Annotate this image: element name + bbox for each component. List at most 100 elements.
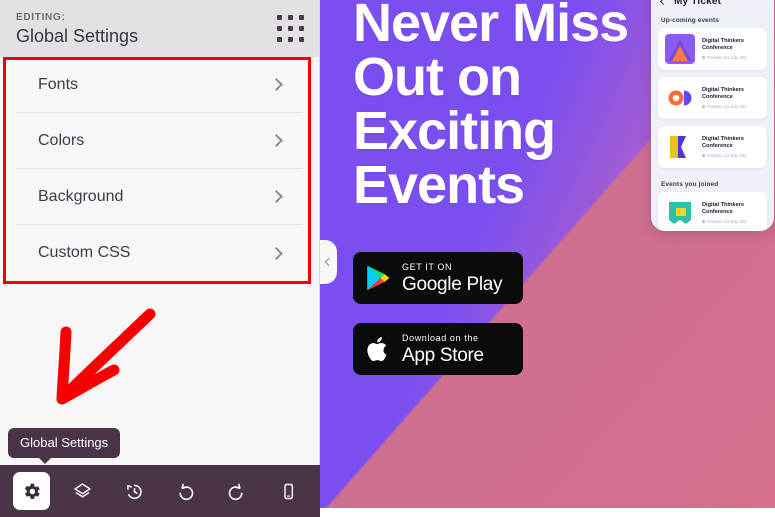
- google-play-badge-text: GET IT ON Google Play: [402, 261, 503, 295]
- page-root: EDITING: Global Settings Fonts Colors Ba…: [0, 0, 775, 517]
- event-meta-text: Toronto, 14 July 202: [707, 103, 747, 109]
- bottom-toolbar: [0, 465, 320, 517]
- event-meta-text: Toronto, 14 July 202: [707, 218, 747, 224]
- list-item[interactable]: Digital Thinkers Conference Toronto, 14 …: [658, 77, 767, 119]
- event-thumbnail-flag-icon: [665, 132, 695, 162]
- toolbar-layers-button[interactable]: [64, 472, 101, 510]
- app-store-badge[interactable]: Download on the App Store: [353, 323, 523, 375]
- tooltip-global-settings: Global Settings: [8, 428, 121, 464]
- sidebar-item-background[interactable]: Background: [16, 169, 303, 225]
- toolbar-global-settings-button[interactable]: [13, 472, 51, 510]
- redo-arrow-icon: [229, 483, 244, 500]
- sidebar-header-text: EDITING: Global Settings: [16, 11, 138, 47]
- page-title: Global Settings: [16, 25, 139, 46]
- hero-heading: Never Miss Out on Exciting Events: [353, 0, 629, 215]
- chevron-left-icon: [324, 257, 333, 267]
- grid-dot: [288, 25, 293, 31]
- hero-line: Out on: [353, 47, 522, 107]
- preview-bottom-strip: [320, 508, 775, 517]
- phone-header: My Ticket: [651, 0, 774, 11]
- chevron-right-icon: [270, 78, 283, 91]
- sidebar-header: EDITING: Global Settings: [0, 0, 319, 57]
- sidebar-item-custom-css[interactable]: Custom CSS: [16, 225, 303, 281]
- grid-dot: [299, 36, 304, 42]
- event-name: Digital Thinkers Conference: [702, 37, 744, 51]
- sidebar-collapse-handle[interactable]: [320, 240, 337, 284]
- event-card-text: Digital Thinkers Conference Toronto, 14 …: [701, 201, 760, 225]
- layers-icon: [74, 482, 92, 497]
- grid-dot: [288, 36, 293, 42]
- event-meta: Toronto, 14 July 202: [701, 54, 760, 61]
- event-thumbnail-flag-teal-icon: [665, 198, 695, 228]
- list-item[interactable]: Digital Thinkers Conference Toronto, 14 …: [658, 192, 767, 231]
- location-pin-icon: [701, 153, 706, 158]
- event-meta: Toronto, 14 July 202: [701, 103, 760, 110]
- phone-mockup: My Ticket Up-coming events Digital Think…: [651, 0, 774, 231]
- event-meta: Toronto, 14 July 202: [701, 218, 760, 225]
- gear-icon: [25, 483, 40, 499]
- google-play-icon: [367, 265, 390, 291]
- phone-section-heading: Events you joined: [661, 181, 719, 188]
- sidebar-item-label: Fonts: [38, 75, 79, 93]
- grid-dot: [277, 36, 282, 42]
- red-arrow-icon: [56, 308, 156, 405]
- sidebar-item-fonts[interactable]: Fonts: [16, 57, 303, 113]
- event-name: Digital Thinkers Conference: [702, 201, 744, 215]
- grid-dot: [277, 14, 282, 20]
- event-meta: Toronto, 14 July 202: [701, 152, 760, 159]
- list-item[interactable]: Digital Thinkers Conference Toronto, 14 …: [658, 28, 767, 70]
- toolbar-redo-button[interactable]: [218, 472, 255, 510]
- google-play-badge[interactable]: GET IT ON Google Play: [353, 252, 523, 304]
- grid-dot: [299, 25, 304, 31]
- store-badges: GET IT ON Google Play Download on the Ap…: [353, 252, 523, 394]
- sidebar-item-label: Custom CSS: [38, 244, 131, 261]
- settings-sidebar: EDITING: Global Settings Fonts Colors Ba…: [0, 0, 320, 517]
- toolbar-revisions-button[interactable]: [116, 472, 153, 510]
- apps-grid-icon[interactable]: [277, 14, 305, 43]
- event-name: Digital Thinkers Conference: [702, 86, 744, 100]
- sidebar-item-label: Background: [38, 187, 124, 205]
- history-clock-icon: [126, 484, 142, 499]
- event-meta-text: Toronto, 14 July 202: [707, 54, 747, 60]
- list-item[interactable]: Digital Thinkers Conference Toronto, 14 …: [658, 126, 767, 168]
- event-card-text: Digital Thinkers Conference Toronto, 14 …: [701, 135, 760, 159]
- sidebar-item-colors[interactable]: Colors: [16, 113, 303, 169]
- grid-dot: [277, 25, 282, 31]
- event-thumbnail-circle-icon: [665, 83, 695, 113]
- event-card-text: Digital Thinkers Conference Toronto, 14 …: [701, 37, 760, 61]
- hero-line: Events: [353, 155, 525, 215]
- annotation-red-arrow: [38, 300, 158, 417]
- chevron-right-icon: [270, 134, 283, 147]
- chevron-left-icon[interactable]: [659, 0, 668, 6]
- event-name: Digital Thinkers Conference: [702, 135, 744, 149]
- badge-small-label: Download on the: [402, 332, 479, 343]
- toolbar-responsive-button[interactable]: [270, 472, 307, 510]
- location-pin-icon: [701, 55, 706, 60]
- event-thumbnail-triangle-icon: [665, 34, 695, 64]
- event-card-text: Digital Thinkers Conference Toronto, 14 …: [701, 86, 760, 110]
- page-preview: Never Miss Out on Exciting Events GET IT…: [320, 0, 775, 517]
- settings-menu-wrapper: Fonts Colors Background Custom CSS: [0, 57, 319, 281]
- location-pin-icon: [701, 219, 706, 224]
- grid-dot: [299, 14, 304, 20]
- chevron-right-icon: [270, 190, 283, 203]
- phone-title: My Ticket: [674, 0, 722, 7]
- tooltip-label: Global Settings: [20, 435, 109, 450]
- phone-section-heading: Up-coming events: [661, 17, 719, 24]
- settings-menu-list: Fonts Colors Background Custom CSS: [0, 57, 319, 281]
- app-store-badge-text: Download on the App Store: [402, 332, 484, 366]
- event-meta-text: Toronto, 14 July 202: [707, 152, 747, 158]
- badge-large-label: App Store: [402, 344, 484, 366]
- mobile-phone-icon: [284, 483, 293, 499]
- grid-dot: [288, 14, 293, 20]
- hero-line: Never Miss: [353, 0, 629, 53]
- location-pin-icon: [701, 104, 706, 109]
- badge-large-label: Google Play: [402, 273, 503, 295]
- editing-label: EDITING:: [16, 11, 66, 23]
- chevron-right-icon: [270, 246, 283, 260]
- sidebar-item-label: Colors: [38, 131, 85, 149]
- toolbar-undo-button[interactable]: [167, 472, 204, 510]
- badge-small-label: GET IT ON: [402, 261, 453, 272]
- hero-line: Exciting: [353, 101, 556, 161]
- apple-logo-icon: [367, 336, 387, 361]
